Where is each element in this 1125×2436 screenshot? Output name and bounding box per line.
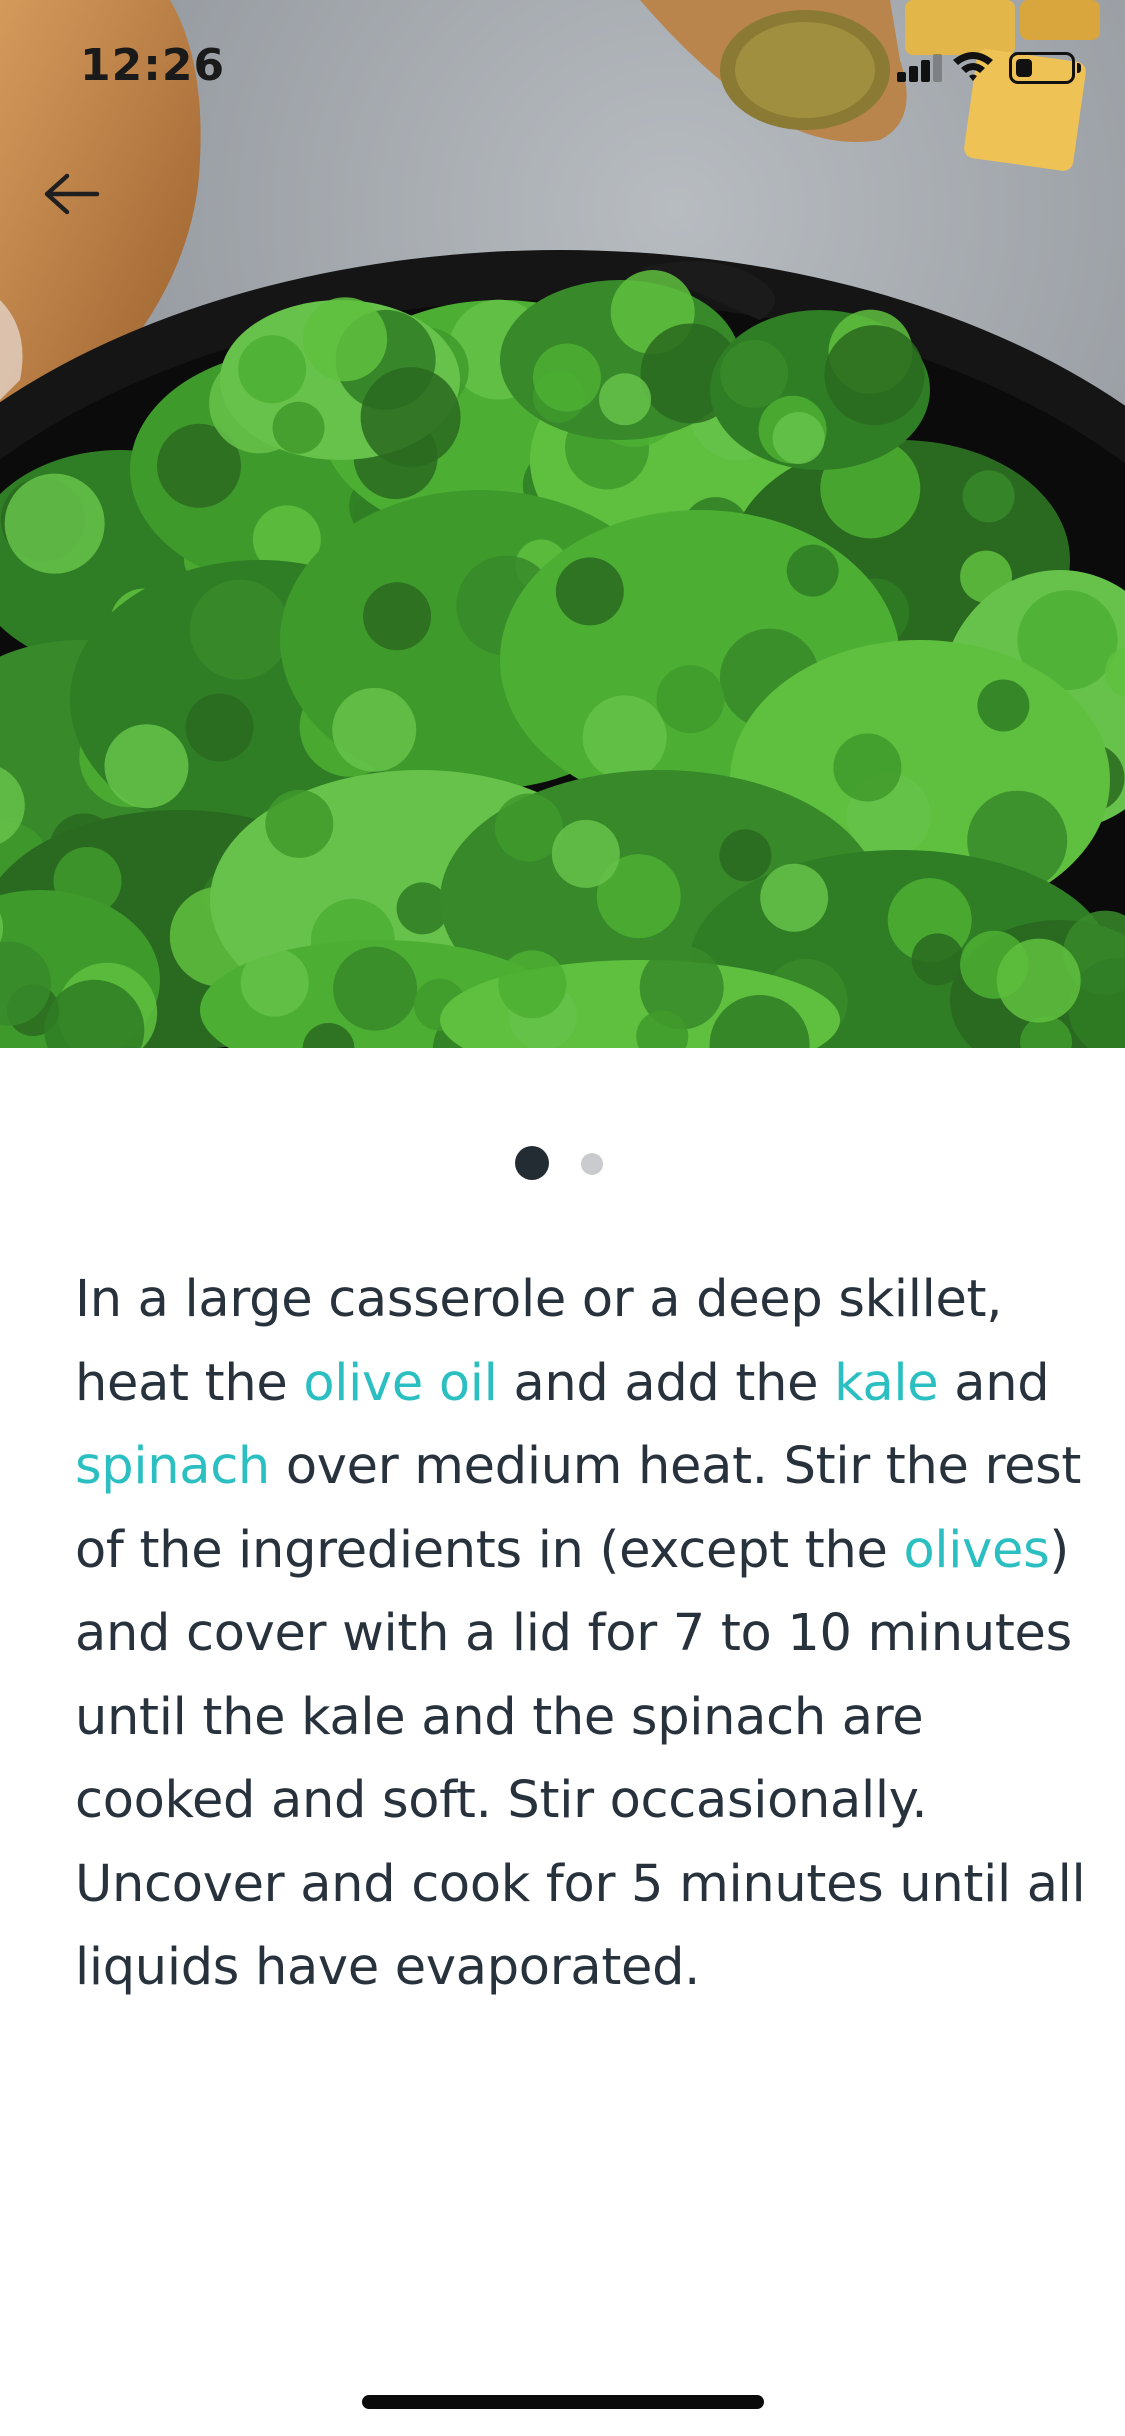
instruction-line: Uncover and cook for 5 minutes until all <box>75 1843 1086 1927</box>
instruction-line: and cover with a lid for 7 to 10 minutes <box>75 1592 1075 1676</box>
instruction-segment: over medium heat. Stir the rest <box>269 1437 1082 1496</box>
instruction-text: In a large casserole or a deep skillet, h… <box>75 1258 1086 2010</box>
instruction-line: liquids have evaporated. <box>75 1926 1075 2010</box>
instruction-segment: ) <box>1049 1520 1069 1580</box>
back-button[interactable] <box>26 155 116 233</box>
battery-icon <box>1009 52 1081 84</box>
instruction-line: until the kale and the spinach are <box>75 1676 1075 1760</box>
instruction-segment: of the ingredients in (except the <box>75 1520 904 1580</box>
instruction-segment: heat the <box>75 1353 304 1413</box>
status-time: 12:26 <box>80 40 226 91</box>
instruction-segment: and <box>938 1353 1050 1413</box>
image-pager[interactable] <box>0 1146 1125 1182</box>
kale-skillet-illustration <box>0 0 1125 1048</box>
instruction-segment: cooked and soft. Stir occasionally. <box>75 1771 928 1830</box>
ingredient-link[interactable]: olives <box>903 1521 1049 1580</box>
ingredient-link[interactable]: olive oil <box>303 1354 497 1413</box>
instruction-segment: until the kale and the spinach are <box>75 1687 924 1747</box>
hero-image <box>0 0 1125 1048</box>
instruction-line: of the ingredients in (except the olives… <box>75 1509 1075 1593</box>
instruction-segment: Uncover and cook for 5 minutes until all <box>75 1854 1086 1914</box>
status-bar: 12:26 <box>0 0 1125 140</box>
arrow-left-icon <box>44 173 100 215</box>
status-icons <box>881 48 1081 88</box>
instruction-segment: In a large casserole or a deep skillet, <box>75 1270 1003 1329</box>
instruction-line: In a large casserole or a deep skillet, <box>75 1258 1075 1342</box>
wifi-icon <box>953 52 993 81</box>
instruction-line: spinach over medium heat. Stir the rest <box>75 1425 1081 1509</box>
instruction-line: cooked and soft. Stir occasionally. <box>75 1759 1075 1843</box>
pager-dot-active[interactable] <box>515 1146 549 1180</box>
ingredient-link[interactable]: spinach <box>75 1437 270 1496</box>
cellular-signal-icon <box>897 54 942 82</box>
instruction-line: heat the olive oil and add the kale and <box>75 1342 1075 1426</box>
pager-dot-inactive[interactable] <box>581 1153 603 1175</box>
instruction-segment: liquids have evaporated. <box>75 1938 701 1997</box>
instruction-segment: and cover with a lid for 7 to 10 minutes <box>75 1604 1072 1663</box>
battery-level <box>1016 59 1032 77</box>
instruction-segment: and add the <box>497 1353 835 1413</box>
home-indicator[interactable] <box>362 2395 764 2409</box>
ingredient-link[interactable]: kale <box>834 1354 939 1413</box>
